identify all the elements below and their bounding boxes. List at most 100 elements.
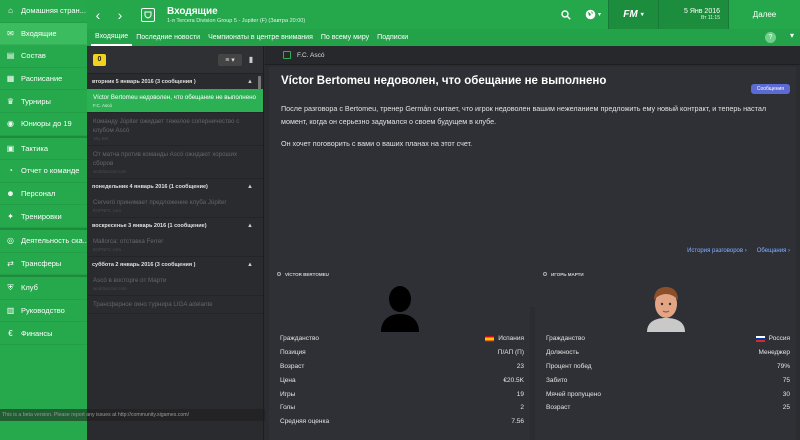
day-group-header[interactable]: суббота 2 январь 2016 (3 сообщения ) ▲ [87, 257, 263, 272]
sidebar-item-label: Руководство [21, 306, 65, 316]
message-item[interactable]: Трансферное окно турнира LIGA adelante [87, 296, 263, 314]
tab[interactable]: Входящие [91, 29, 133, 46]
sidebar-item[interactable]: ▣ Тактика [0, 138, 87, 161]
promises-link[interactable]: Обещания › [757, 248, 790, 254]
sidebar-item[interactable]: ✦ Тренировки [0, 205, 87, 228]
day-group-label: суббота 2 январь 2016 (3 сообщения ) [92, 261, 196, 268]
info-value: 7.56 [511, 418, 524, 425]
club-icon: ⛨ [7, 282, 14, 292]
squad-icon: ▤ [6, 51, 15, 61]
day-group-header[interactable]: вторник 5 январь 2016 (3 сообщения ) ▲ [87, 74, 263, 89]
info-value-text: Россия [768, 335, 790, 343]
spain-flag-icon [485, 335, 495, 342]
chevron-up-icon: ▲ [247, 261, 253, 268]
link-label: История разговоров [687, 248, 744, 254]
message-list-panel: 0 ≡ ▾ ▮ вторник 5 январь 2016 (3 сообщен… [87, 46, 264, 440]
collapse-icon[interactable]: ▮ [245, 54, 257, 66]
sidebar-item-label: Входящие [21, 28, 57, 38]
manager-photo [535, 279, 796, 332]
search-icon[interactable] [554, 0, 578, 29]
sidebar-item[interactable]: ▦ Расписание [0, 68, 87, 91]
message-item-title: Трансферное окно турнира LIGA adelante [93, 301, 213, 308]
message-paragraph: Он хочет поговорить с вами о ваших плана… [281, 139, 473, 148]
message-item[interactable]: Víctor Bertomeu недоволен, что обещание … [87, 89, 263, 113]
chevron-down-icon[interactable]: ▾ [790, 31, 794, 40]
scouting-icon: ◎ [7, 236, 14, 246]
message-item-title: От матча против команды Ascó ожидают хор… [93, 151, 238, 167]
sidebar-item[interactable]: ☻ Персонал [0, 183, 87, 206]
sidebar-item[interactable]: ✉ Входящие [0, 22, 87, 46]
sidebar-item[interactable]: ⛨ Клуб [0, 277, 87, 300]
date-main: 5 Янв 2016 [684, 8, 720, 15]
tab[interactable]: Последние новости [132, 29, 204, 46]
scrollbar[interactable] [258, 76, 261, 90]
day-group-header[interactable]: воскресенье 3 январь 2016 (1 сообщение) ▲ [87, 218, 263, 233]
forward-button[interactable]: › [109, 0, 131, 29]
sidebar-item[interactable]: € Финансы [0, 322, 87, 345]
sidebar-item-label: Клуб [21, 283, 38, 293]
chevron-up-icon: ▲ [247, 183, 253, 190]
info-value: 30 [783, 391, 790, 398]
message-type-badge[interactable]: Сообщения [750, 84, 790, 94]
info-value-text: 75 [782, 376, 790, 384]
info-value: 2 [520, 404, 524, 411]
sidebar-item[interactable]: ◎ Деятельность ска... [0, 230, 87, 253]
sidebar-item-label: Состав [21, 51, 46, 61]
unread-count-badge[interactable]: 0 [93, 53, 106, 66]
info-value: 79% [777, 363, 790, 370]
sidebar-item[interactable]: ▥ Руководство [0, 300, 87, 323]
info-row: Забито 75 [535, 373, 796, 387]
message-title: Víctor Bertomeu недоволен, что обещание … [281, 75, 607, 87]
sidebar-item-label: Юниоры до 19 [21, 119, 72, 129]
tab[interactable]: По всему миру [317, 29, 373, 46]
info-value: 75 [783, 377, 790, 384]
person-icon [277, 272, 281, 276]
message-item[interactable]: Команду Júpiter ожидает тяжелое сопернич… [87, 113, 263, 146]
day-group-header[interactable]: понедельник 4 январь 2016 (1 сообщение) ▲ [87, 179, 263, 194]
message-item-source: ESPNFC.com [93, 208, 122, 213]
sidebar-item-label: Домашняя стран... [21, 6, 86, 16]
report-icon: ◔ [8, 166, 13, 176]
message-item[interactable]: Cerveró принимает предложение клуба Júpi… [87, 194, 263, 218]
message-item[interactable]: Ascó в восторге от Марти worldsoccer.com [87, 272, 263, 296]
sidebar-item[interactable]: ⇄ Трансферы [0, 253, 87, 276]
message-body: После разговора с Bertomeu, тренер Germá… [281, 103, 776, 161]
sidebar-item-label: Деятельность ска... [21, 236, 87, 246]
sidebar-item[interactable]: ♛ Турниры [0, 90, 87, 113]
player-silhouette [269, 279, 530, 332]
info-label: Средняя оценка [280, 418, 330, 426]
sidebar-item[interactable]: ▤ Состав [0, 45, 87, 68]
sidebar-item-label: Турниры [21, 96, 51, 106]
message-item[interactable]: Mallorca: отставка Ferrer ESPNFC.com [87, 233, 263, 257]
conversation-history-link[interactable]: История разговоров › [687, 248, 747, 254]
tactics-icon: ▣ [6, 143, 15, 153]
sender-header[interactable]: F.C. Ascó [265, 46, 800, 65]
tab[interactable]: Чемпионаты в центре внимания [204, 29, 317, 46]
day-group-label: понедельник 4 январь 2016 (1 сообщение) [92, 183, 208, 190]
club-badge-icon[interactable] [141, 7, 155, 22]
sidebar-item-label: Тренировки [21, 211, 62, 221]
game-date[interactable]: 5 Янв 2016 Вт 11:15 [658, 0, 728, 29]
beta-notice: This is a beta version. Please report an… [0, 409, 265, 421]
info-label: Процент побед [546, 362, 592, 370]
info-row: Игры 19 [269, 387, 530, 401]
back-button[interactable]: ‹ [87, 0, 109, 29]
filter-menu-icon[interactable]: ≡ ▾ [218, 53, 242, 66]
tab[interactable]: Подписки [373, 29, 412, 46]
manager-card[interactable]: ИГОРЬ МАРТИ Гражданство Россия Должность Ме… [535, 269, 796, 440]
info-row: Голы 2 [269, 401, 530, 415]
info-value-text: 23 [516, 362, 524, 370]
continue-button[interactable]: Далее [728, 0, 800, 29]
next-match-subtitle[interactable]: 1-я Tercera Division Group 5 - Jupiter (… [167, 18, 554, 24]
day-group-label: вторник 5 январь 2016 (3 сообщения ) [92, 78, 196, 85]
sidebar-item[interactable]: ◔ Отчет о команде [0, 160, 87, 183]
fm-menu-button[interactable]: FM ▾ [608, 0, 658, 29]
globe-icon[interactable]: ▾ [578, 0, 608, 29]
player-card[interactable]: VÍCTOR BERTOMEU Гражданство Испания Позици… [269, 269, 530, 440]
sidebar-item[interactable]: ◉ Юниоры до 19 [0, 113, 87, 136]
sidebar-item[interactable]: ⌂ Домашняя стран... [0, 0, 87, 23]
help-icon[interactable]: ? [765, 32, 776, 43]
tab-bar: Входящие Последние новости Чемпионаты в це… [87, 29, 800, 46]
info-value: Менеджер [758, 349, 790, 356]
message-item[interactable]: От матча против команды Ascó ожидают хор… [87, 146, 263, 179]
